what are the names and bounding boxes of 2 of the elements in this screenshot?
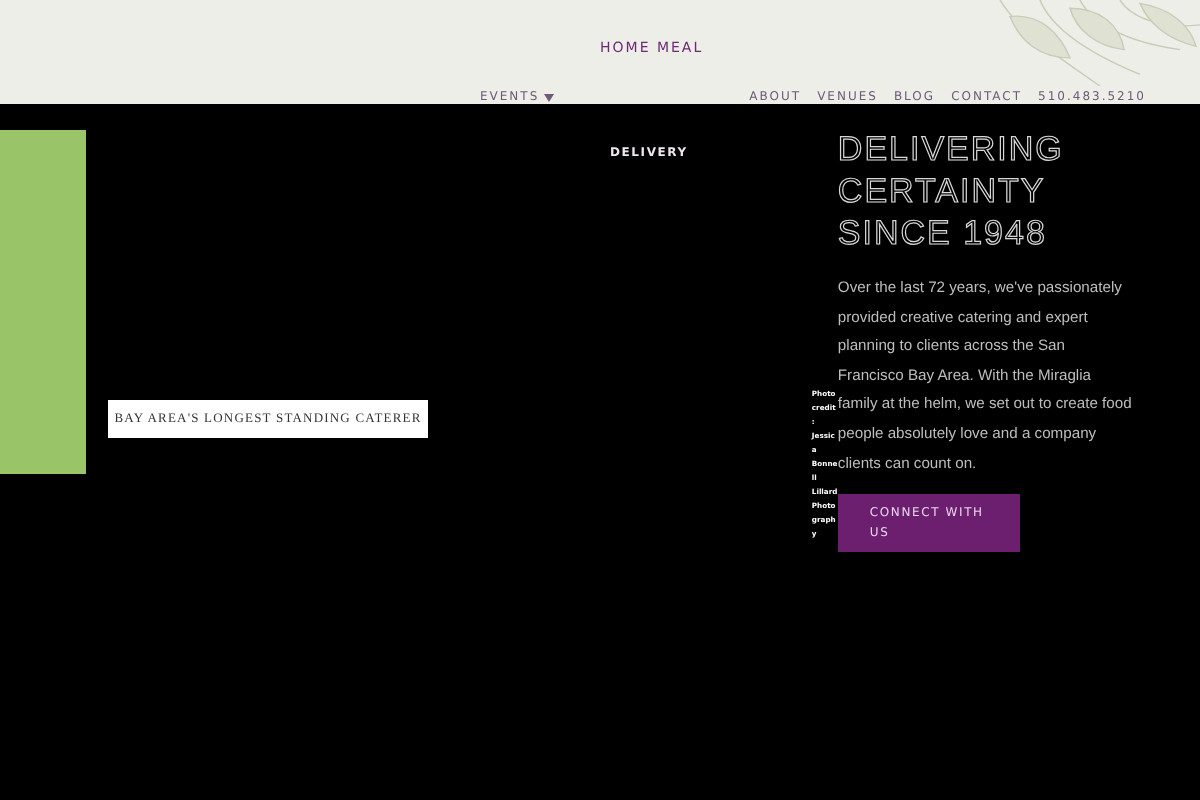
hero-heading: DELIVERING CERTAINTY SINCE 1948 [837,128,1066,254]
caret-icon [543,94,554,102]
